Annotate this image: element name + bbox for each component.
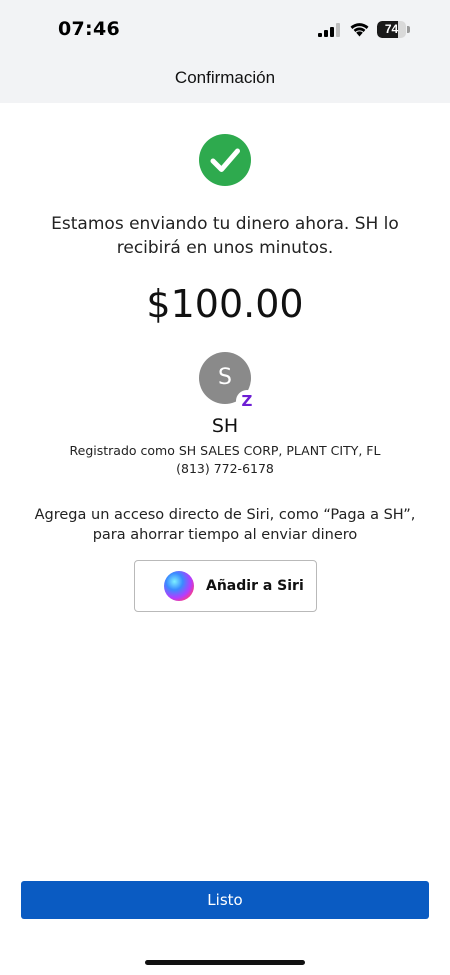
page-title: Confirmación: [174, 68, 276, 87]
siri-shortcut-description: Agrega un acceso directo de Siri, como “…: [34, 507, 416, 543]
cellular-signal-icon: [318, 23, 340, 37]
add-to-siri-label: Añadir a Siri: [206, 578, 304, 594]
home-indicator: [145, 960, 305, 965]
wifi-icon: [350, 23, 369, 37]
recipient-name: SH: [211, 415, 239, 437]
battery-icon: 74: [377, 21, 410, 38]
recipient-phone: (813) 772-6178: [176, 461, 274, 476]
confirmation-screen: 07:46 74 Confirmación Estamos enviando t…: [0, 0, 450, 975]
done-button[interactable]: Listo: [21, 881, 429, 919]
check-circle-icon: [199, 134, 251, 186]
transfer-amount: $100.00: [146, 282, 304, 326]
recipient-registered-as: Registrado como SH SALES CORP, PLANT CIT…: [69, 443, 381, 458]
battery-level: 74: [384, 22, 399, 36]
zelle-badge-icon: Z: [236, 390, 258, 412]
confirmation-message: Estamos enviando tu dinero ahora. SH lo …: [51, 214, 399, 258]
status-time: 07:46: [58, 18, 120, 40]
status-bar: 07:46 74: [0, 0, 450, 60]
battery-body: 74: [377, 21, 406, 38]
add-to-siri-button[interactable]: Añadir a Siri: [134, 560, 317, 612]
battery-cap: [407, 26, 410, 33]
siri-icon: [164, 571, 194, 601]
